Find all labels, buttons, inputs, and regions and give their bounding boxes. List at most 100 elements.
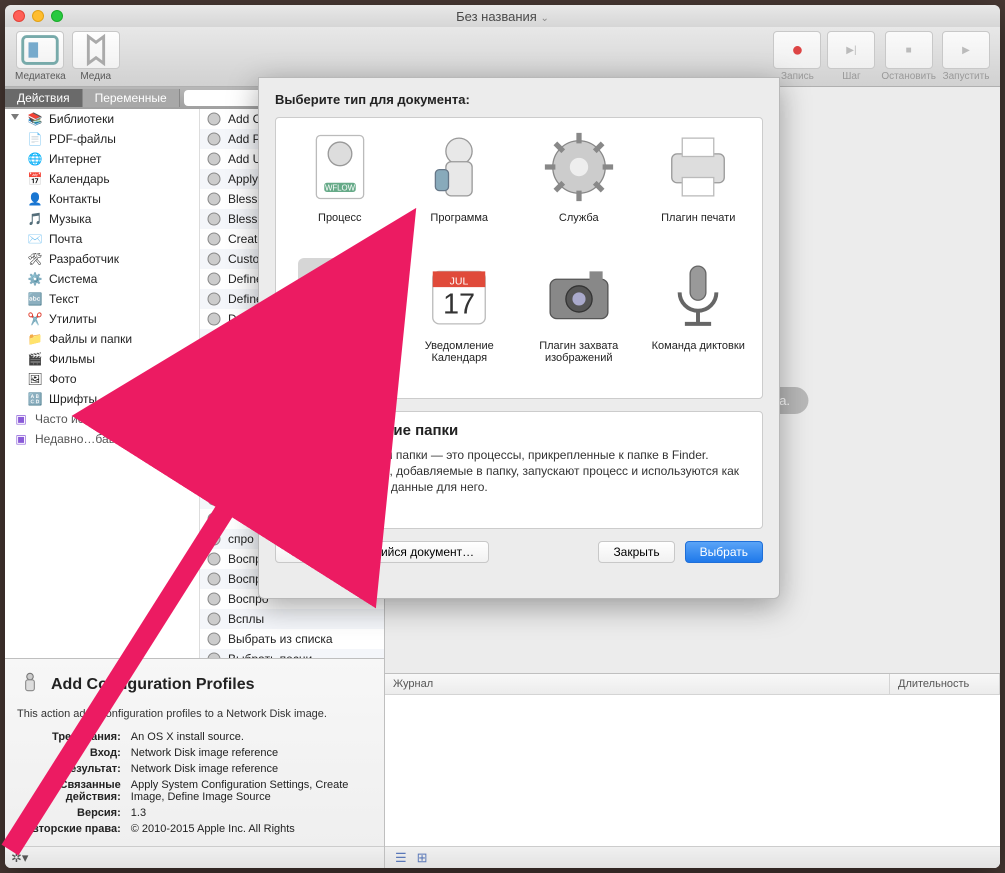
action-icon	[206, 631, 222, 647]
category-item[interactable]: ⚙️Система	[5, 269, 199, 289]
category-item[interactable]: 📁Файлы и папки	[5, 329, 199, 349]
list-view-icon[interactable]: ☰	[395, 850, 407, 866]
type-calendar-alarm[interactable]: JUL17Уведомление Календаря	[404, 258, 516, 390]
document-type-dialog: Выберите тип для документа: WFLOWПроцесс…	[258, 77, 780, 599]
type-desc-title: Действие папки	[340, 422, 750, 439]
category-icon: 🎵	[27, 211, 43, 227]
action-icon	[206, 271, 222, 287]
category-item[interactable]: 🛠Разработчик	[5, 249, 199, 269]
media-library-button[interactable]	[16, 31, 64, 69]
close-dialog-button[interactable]: Закрыть	[598, 541, 674, 563]
gear-icon[interactable]: ✲▾	[11, 850, 28, 866]
dictation-icon	[656, 258, 740, 332]
type-dictation[interactable]: Команда диктовки	[643, 258, 755, 390]
category-item[interactable]: ✂️Утилиты	[5, 309, 199, 329]
action-icon	[206, 111, 222, 127]
category-icon: ⚙️	[27, 271, 43, 287]
category-item[interactable]: 🖼Фото	[5, 369, 199, 389]
category-icon: 🖼	[27, 371, 43, 387]
media-label: Медиа	[80, 71, 111, 82]
category-item[interactable]: 👤Контакты	[5, 189, 199, 209]
action-icon	[206, 591, 222, 607]
action-icon	[206, 531, 222, 547]
log-col-journal[interactable]: Журнал	[385, 674, 890, 694]
stop-button[interactable]: ■	[885, 31, 933, 69]
media-library-label: Медиатека	[15, 71, 66, 82]
action-icon	[206, 611, 222, 627]
category-icon: 📁	[27, 331, 43, 347]
step-button[interactable]: ▶|	[827, 31, 875, 69]
action-icon	[206, 251, 222, 267]
window-title: Без названия ⌄	[5, 9, 1000, 24]
category-list[interactable]: 📚 Библиотеки 📄PDF-файлы🌐Интернет📅Календа…	[5, 109, 200, 658]
run-button[interactable]: ▶	[942, 31, 990, 69]
category-icon: ✂️	[27, 311, 43, 327]
action-icon	[206, 291, 222, 307]
type-workflow[interactable]: WFLOWПроцесс	[284, 130, 396, 250]
calendar-alarm-icon: JUL17	[417, 258, 501, 332]
action-item[interactable]: Выбрать из списка	[200, 629, 384, 649]
type-desc-body: Действия папки — это процессы, прикрепле…	[340, 447, 750, 496]
chevron-down-icon: ⌄	[540, 13, 548, 24]
titlebar: Без названия ⌄	[5, 5, 1000, 27]
log-col-duration[interactable]: Длительность	[890, 674, 1000, 694]
action-icon	[206, 451, 222, 467]
category-icon: 🔠	[27, 391, 43, 407]
service-icon	[537, 130, 621, 204]
category-icon: 🌐	[27, 151, 43, 167]
image-capture-icon	[537, 258, 621, 332]
action-icon	[206, 511, 222, 527]
library-root[interactable]: 📚 Библиотеки	[5, 109, 199, 129]
category-item[interactable]: 🔠Шрифты	[5, 389, 199, 409]
action-info-panel: Add Configuration Profiles This action a…	[5, 658, 384, 846]
action-icon	[206, 351, 222, 367]
action-icon	[206, 151, 222, 167]
type-description-box: Действие папки Действия папки — это проц…	[275, 411, 763, 529]
action-icon	[206, 491, 222, 507]
type-application[interactable]: Программа	[404, 130, 516, 250]
type-print-plugin[interactable]: Плагин печати	[643, 130, 755, 250]
action-icon	[206, 391, 222, 407]
category-icon: 🔤	[27, 291, 43, 307]
record-label: Запись	[781, 71, 814, 82]
action-icon	[206, 331, 222, 347]
library-icon: 📚	[27, 111, 43, 127]
category-item[interactable]: 🌐Интернет	[5, 149, 199, 169]
action-icon	[206, 131, 222, 147]
settings-strip: ✲▾	[5, 846, 384, 868]
category-item[interactable]: ✉️Почта	[5, 229, 199, 249]
info-description: This action adds configuration profiles …	[17, 708, 372, 720]
category-item[interactable]: 🎬Фильмы	[5, 349, 199, 369]
tab-variables[interactable]: Переменные	[83, 89, 180, 107]
folder-action-icon	[298, 258, 382, 332]
smart-category-item[interactable]: ▣Часто используемые	[5, 409, 199, 429]
choose-button[interactable]: Выбрать	[685, 541, 763, 563]
category-item[interactable]: 🎵Музыка	[5, 209, 199, 229]
action-item[interactable]: Выбрать песни	[200, 649, 384, 658]
smart-category-item[interactable]: ▣Недавно…бавленные	[5, 429, 199, 449]
category-item[interactable]: 📅Календарь	[5, 169, 199, 189]
type-service[interactable]: Служба	[523, 130, 635, 250]
type-folder-action[interactable]: Действие папки	[284, 258, 396, 390]
svg-text:JUL: JUL	[450, 276, 469, 288]
open-existing-button[interactable]: Открыть имеющийся документ…	[275, 541, 489, 563]
media-button[interactable]	[72, 31, 120, 69]
type-image-capture[interactable]: Плагин захвата изображений	[523, 258, 635, 390]
workflow-icon: WFLOW	[298, 130, 382, 204]
svg-text:WFLOW: WFLOW	[325, 184, 356, 193]
category-icon: 🛠	[27, 251, 43, 267]
category-icon: 🎬	[27, 351, 43, 367]
category-item[interactable]: 🔤Текст	[5, 289, 199, 309]
action-icon	[206, 651, 222, 658]
grid-view-icon[interactable]: ⊞	[417, 850, 428, 866]
tab-actions[interactable]: Действия	[5, 89, 83, 107]
action-icon	[206, 571, 222, 587]
category-icon: 📄	[27, 131, 43, 147]
category-item[interactable]: 📄PDF-файлы	[5, 129, 199, 149]
action-item[interactable]: Всплы	[200, 609, 384, 629]
application-icon	[417, 130, 501, 204]
record-button[interactable]: ●	[773, 31, 821, 69]
smart-folder-icon: ▣	[13, 431, 29, 447]
svg-text:17: 17	[443, 288, 475, 320]
view-mode-strip: ☰ ⊞	[385, 846, 1000, 868]
